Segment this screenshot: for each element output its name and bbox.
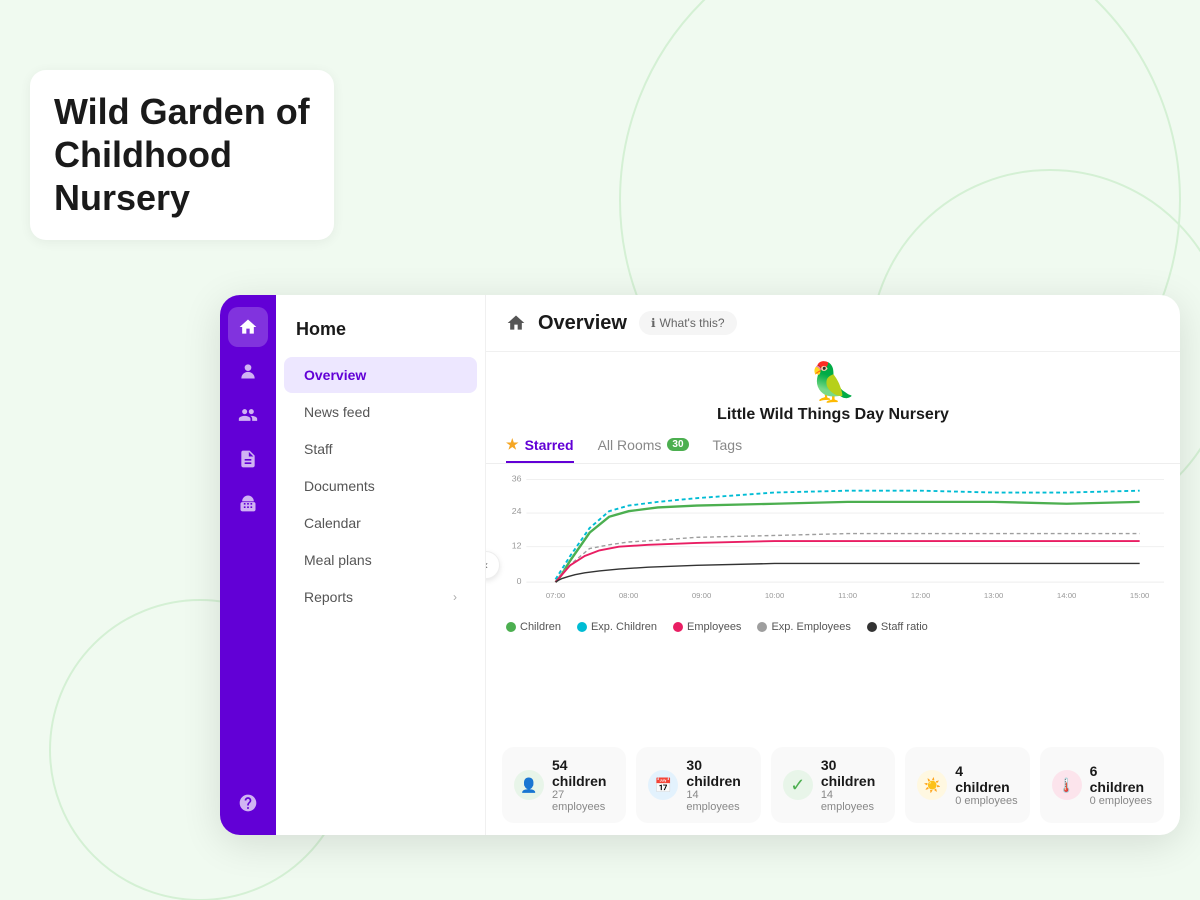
svg-text:0: 0 [517, 576, 522, 586]
stat-total-icon: 👤 [514, 770, 544, 800]
sidebar-item-documents[interactable]: Documents [284, 468, 477, 504]
stat-check-info: 30 children 14 employees [821, 757, 883, 813]
star-icon: ★ [506, 436, 519, 453]
stat-temp-icon: 🌡️ [1052, 770, 1082, 800]
legend-employees: Employees [673, 621, 741, 633]
overview-home-icon [506, 313, 526, 333]
mascot-emoji: 🦜 [809, 364, 856, 402]
tab-allrooms[interactable]: All Rooms 30 [598, 429, 689, 463]
sidebar-item-mealplans[interactable]: Meal plans [284, 542, 477, 578]
stat-check: ✓ 30 children 14 employees [771, 747, 895, 823]
sidebar: Home Overview News feed Staff Documents … [276, 295, 486, 835]
svg-text:10:00: 10:00 [765, 591, 784, 600]
tab-tags[interactable]: Tags [713, 429, 743, 463]
rail-icon-piggy[interactable] [228, 483, 268, 523]
stat-sunny-sub: 0 employees [955, 795, 1017, 807]
sidebar-item-overview[interactable]: Overview [284, 357, 477, 393]
stat-calendar-sub: 14 employees [686, 789, 748, 813]
children-dot [506, 622, 516, 632]
chart-container: 36 24 12 0 07:00 08:00 09:00 10:00 11:00… [486, 464, 1180, 735]
whats-this-button[interactable]: ℹ What's this? [639, 311, 737, 335]
info-icon: ℹ [651, 316, 656, 330]
stat-check-count: 30 children [821, 757, 883, 789]
sidebar-item-newsfeed[interactable]: News feed [284, 394, 477, 430]
legend-staff-ratio: Staff ratio [867, 621, 928, 633]
stat-sunny: ☀️ 4 children 0 employees [905, 747, 1029, 823]
content-header: Overview ℹ What's this? [486, 295, 1180, 352]
svg-text:09:00: 09:00 [692, 591, 711, 600]
allrooms-badge: 30 [667, 438, 688, 451]
sidebar-item-staff[interactable]: Staff [284, 431, 477, 467]
employees-dot [673, 622, 683, 632]
nursery-name: Little Wild Things Day Nursery [717, 406, 949, 424]
exp-employees-dot [757, 622, 767, 632]
stat-sunny-info: 4 children 0 employees [955, 763, 1017, 807]
svg-text:12: 12 [512, 541, 522, 551]
svg-text:12:00: 12:00 [911, 591, 930, 600]
rail-icon-home[interactable] [228, 307, 268, 347]
svg-text:11:00: 11:00 [838, 591, 857, 600]
stat-total-sub: 27 employees [552, 789, 614, 813]
reports-chevron-icon: › [453, 590, 457, 604]
stat-temp-count: 6 children [1090, 763, 1152, 795]
legend-children: Children [506, 621, 561, 633]
tabs-row: ★ Starred All Rooms 30 Tags [486, 428, 1180, 464]
icon-rail [220, 295, 276, 835]
rail-icon-docs[interactable] [228, 439, 268, 479]
page-title: Wild Garden of Childhood Nursery [30, 70, 334, 240]
stat-total-count: 54 children [552, 757, 614, 789]
rail-icon-users[interactable] [228, 395, 268, 435]
svg-text:08:00: 08:00 [619, 591, 638, 600]
svg-text:24: 24 [512, 506, 522, 516]
stat-total-info: 54 children 27 employees [552, 757, 614, 813]
exp-children-dot [577, 622, 587, 632]
stat-calendar-count: 30 children [686, 757, 748, 789]
content-title: Overview [538, 312, 627, 335]
chart-svg: 36 24 12 0 07:00 08:00 09:00 10:00 11:00… [502, 472, 1164, 612]
svg-text:14:00: 14:00 [1057, 591, 1076, 600]
rail-icon-help[interactable] [228, 783, 268, 823]
stats-row: 👤 54 children 27 employees 📅 30 children… [486, 735, 1180, 835]
legend-exp-children: Exp. Children [577, 621, 657, 633]
stat-calendar-icon: 📅 [648, 770, 678, 800]
stat-total: 👤 54 children 27 employees [502, 747, 626, 823]
stat-calendar-info: 30 children 14 employees [686, 757, 748, 813]
stat-check-icon: ✓ [783, 770, 813, 800]
sidebar-header: Home [276, 311, 485, 356]
svg-text:15:00: 15:00 [1130, 591, 1149, 600]
stat-sunny-icon: ☀️ [917, 770, 947, 800]
main-content: ‹ Overview ℹ What's this? 🦜 Little Wild … [486, 295, 1180, 835]
svg-text:07:00: 07:00 [546, 591, 565, 600]
sidebar-item-calendar[interactable]: Calendar [284, 505, 477, 541]
rail-icon-children[interactable] [228, 351, 268, 391]
stat-temp: 🌡️ 6 children 0 employees [1040, 747, 1164, 823]
app-window: Home Overview News feed Staff Documents … [220, 295, 1180, 835]
stat-check-sub: 14 employees [821, 789, 883, 813]
stat-temp-sub: 0 employees [1090, 795, 1152, 807]
mascot-area: 🦜 Little Wild Things Day Nursery [486, 352, 1180, 428]
stat-calendar: 📅 30 children 14 employees [636, 747, 760, 823]
sidebar-item-reports[interactable]: Reports › [284, 579, 477, 615]
svg-text:13:00: 13:00 [984, 591, 1003, 600]
stat-temp-info: 6 children 0 employees [1090, 763, 1152, 807]
legend-exp-employees: Exp. Employees [757, 621, 850, 633]
svg-text:36: 36 [512, 474, 522, 484]
legend-row: Children Exp. Children Employees Exp. Em… [502, 617, 1164, 637]
staff-ratio-dot [867, 622, 877, 632]
tab-starred[interactable]: ★ Starred [506, 428, 574, 463]
stat-sunny-count: 4 children [955, 763, 1017, 795]
